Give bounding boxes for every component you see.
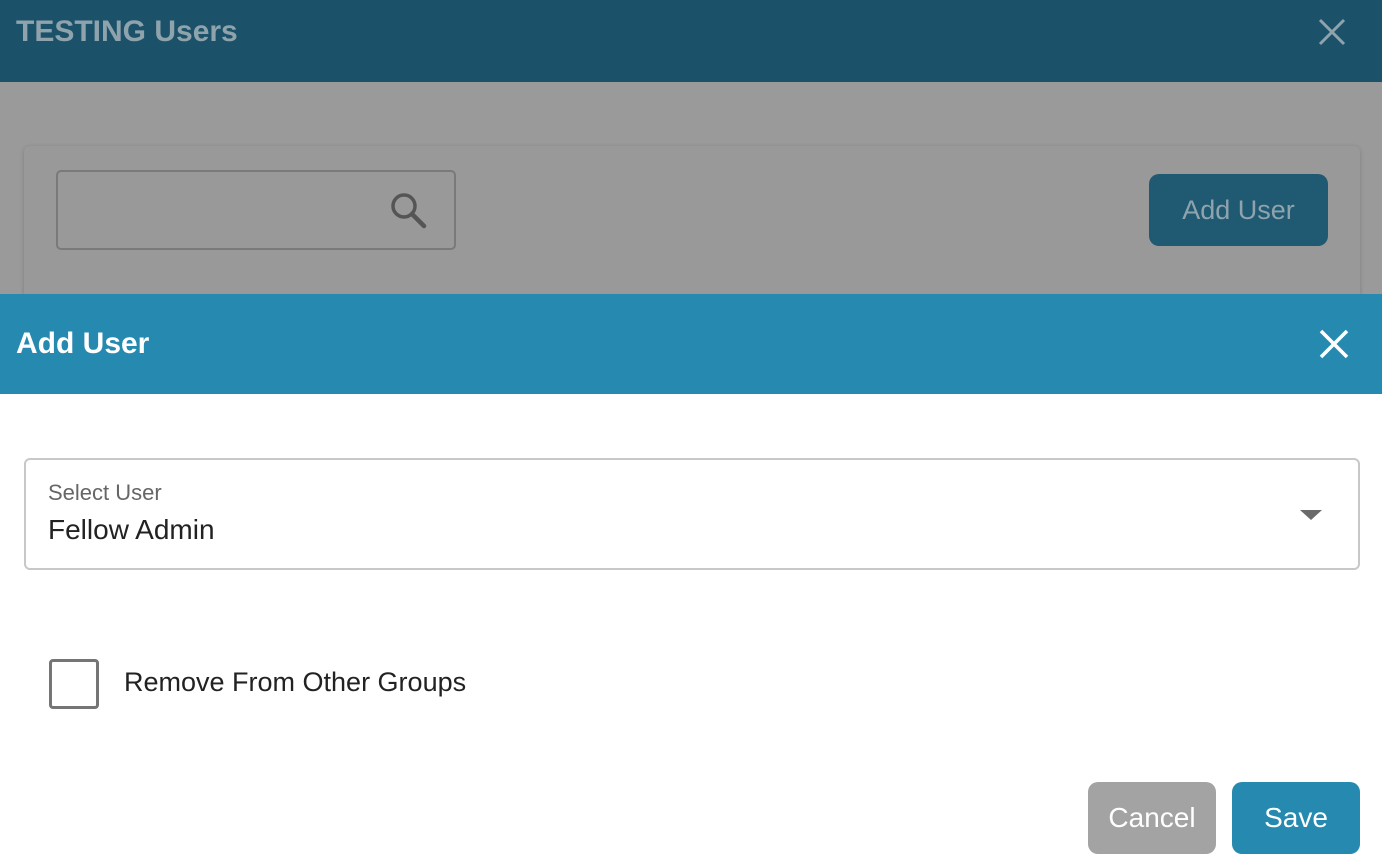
close-icon[interactable] [1314,324,1354,364]
close-icon[interactable] [1314,14,1350,50]
save-button[interactable]: Save [1232,782,1360,854]
remove-from-other-groups-label[interactable]: Remove From Other Groups [124,667,466,698]
search-input[interactable] [56,170,456,250]
app-header: TESTING Users [0,0,1382,82]
add-user-dialog: Add User Select User Fellow Admin Remove… [0,294,1382,868]
dialog-title: Add User [16,327,150,360]
page-title: TESTING Users [16,15,238,48]
cancel-button[interactable]: Cancel [1088,782,1216,854]
remove-from-other-groups-checkbox[interactable] [49,659,99,709]
select-user-label: Select User [48,480,162,505]
caret-down-icon[interactable] [1300,510,1322,520]
page: TESTING Users Add User Add User Select U… [0,0,1382,868]
select-user-value: Fellow Admin [48,514,215,545]
select-user-dropdown[interactable]: Select User Fellow Admin [24,458,1360,570]
dialog-header: Add User [0,294,1382,394]
search-icon[interactable] [388,190,428,230]
add-user-button[interactable]: Add User [1149,174,1328,246]
